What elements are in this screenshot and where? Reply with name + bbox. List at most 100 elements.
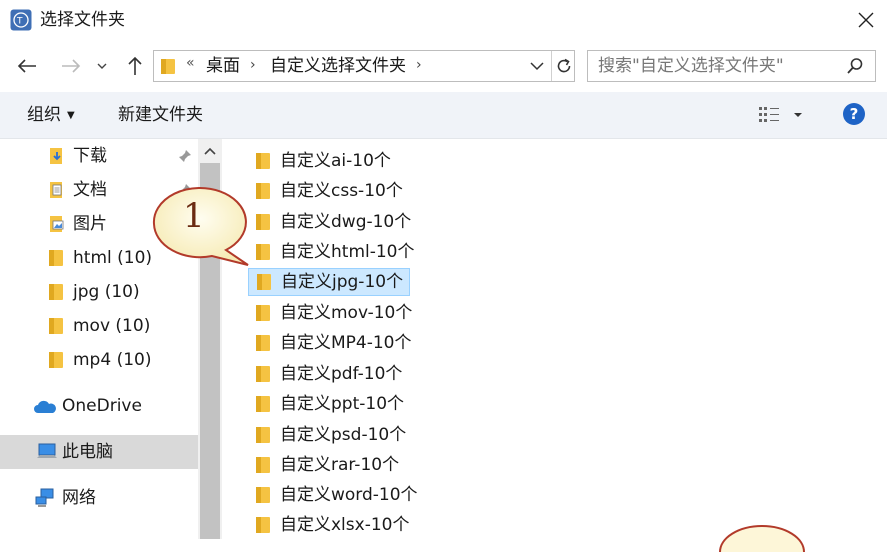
folder-icon [256,305,270,321]
sidebar-item-label: html (10) [73,248,153,268]
list-item-label: 自定义pdf-10个 [280,364,403,384]
list-item[interactable]: 自定义word-10个 [248,481,424,509]
address-overflow[interactable]: « [186,55,195,71]
list-item-label: 自定义mov-10个 [280,303,413,323]
window-title: 选择文件夹 [40,10,125,30]
sidebar-item-label: jpg (10) [73,282,140,302]
back-button[interactable] [12,52,42,80]
list-item-label: 自定义css-10个 [280,181,403,201]
list-item[interactable]: 自定义psd-10个 [248,421,412,449]
address-dropdown-button[interactable] [524,51,550,81]
list-item-label: 自定义dwg-10个 [280,212,412,232]
arrow-up-icon [128,56,142,75]
list-item[interactable]: 自定义pdf-10个 [248,360,408,388]
file-list: 自定义ai-10个 自定义css-10个 自定义dwg-10个 自定义html-… [222,139,887,539]
new-folder-button[interactable]: 新建文件夹 [118,104,203,126]
svg-text:T: T [16,17,23,27]
folder-icon [256,517,270,533]
breadcrumb-separator[interactable]: › [416,57,422,73]
organize-label: 组织 [27,105,61,125]
list-item[interactable]: 自定义ai-10个 [248,147,397,175]
folder-icon [256,335,270,351]
sidebar-item-onedrive[interactable]: OneDrive [0,389,198,423]
list-item[interactable]: 自定义css-10个 [248,177,409,205]
folder-icon [256,366,270,382]
sidebar-item-mov[interactable]: mov (10) [0,309,198,343]
recent-locations-button[interactable] [92,52,112,80]
navigation-bar: « 桌面 › 自定义选择文件夹 › 搜索"自定义选择文件夹" [0,44,887,90]
search-placeholder: 搜索"自定义选择文件夹" [598,56,784,76]
forward-button[interactable] [56,52,86,80]
folder-icon [49,250,63,266]
folder-icon [256,457,270,473]
annotation-callout-partial [719,525,805,552]
breadcrumb-custom-folder[interactable]: 自定义选择文件夹 [270,56,406,76]
list-item-selected[interactable]: 自定义jpg-10个 [248,268,411,296]
list-item[interactable]: 自定义mov-10个 [248,299,418,327]
list-item-label: 自定义word-10个 [280,485,418,505]
chevron-up-icon [204,147,216,155]
list-item[interactable]: 自定义rar-10个 [248,451,405,479]
annotation-number: 1 [183,196,205,236]
help-button[interactable]: ? [843,103,865,125]
folder-icon [256,244,270,260]
list-item-label: 自定义MP4-10个 [280,333,412,353]
sidebar-item-label: 下载 [73,146,107,166]
folder-icon [49,352,63,368]
arrow-left-icon [17,59,36,73]
breadcrumb-separator[interactable]: › [250,57,256,73]
sidebar-item-label: OneDrive [62,396,142,416]
sidebar-item-downloads[interactable]: 下载 [0,139,198,173]
command-bar: 组织 ▼ 新建文件夹 [0,92,887,139]
list-item[interactable]: 自定义html-10个 [248,238,421,266]
search-input[interactable]: 搜索"自定义选择文件夹" [587,50,876,82]
folder-icon [256,214,270,230]
list-item[interactable]: 自定义MP4-10个 [248,329,418,357]
address-bar[interactable]: « 桌面 › 自定义选择文件夹 › [153,50,575,82]
folder-icon [161,59,175,74]
folder-icon [256,427,270,443]
search-icon [847,58,863,74]
folder-icon [49,318,63,334]
caret-down-icon [794,113,802,117]
list-item-label: 自定义jpg-10个 [281,272,404,292]
pin-icon[interactable] [178,149,192,163]
onedrive-icon [34,400,56,413]
organize-button[interactable]: 组织 ▼ [27,104,75,127]
documents-folder-icon [50,182,62,198]
list-item-label: 自定义ai-10个 [280,151,391,171]
list-item-label: 自定义rar-10个 [280,455,400,475]
refresh-icon [557,58,571,73]
folder-icon [256,183,270,199]
list-item[interactable]: 自定义xlsx-10个 [248,511,415,539]
close-button[interactable] [845,0,887,40]
list-item-label: 自定义html-10个 [280,242,415,262]
folder-icon [49,284,63,300]
breadcrumb-desktop[interactable]: 桌面 [206,56,240,76]
app-icon: T [10,9,32,31]
sidebar-item-label: 文档 [73,180,107,200]
sidebar-item-this-pc[interactable]: 此电脑 [0,435,198,469]
sidebar-item-network[interactable]: 网络 [0,481,198,515]
scroll-up-button[interactable] [198,139,222,163]
sidebar-item-label: 图片 [73,214,107,234]
close-icon [858,12,874,28]
sidebar-item-label: 网络 [62,488,96,508]
chevron-down-icon [530,62,544,71]
title-bar: T 选择文件夹 [0,0,887,40]
list-item[interactable]: 自定义ppt-10个 [248,390,410,418]
up-button[interactable] [120,52,150,80]
sidebar-item-mp4[interactable]: mp4 (10) [0,343,198,377]
list-item-label: 自定义xlsx-10个 [280,515,410,535]
caret-down-icon: ▼ [67,110,75,121]
sidebar-item-label: mov (10) [73,316,151,336]
sidebar-item-jpg[interactable]: jpg (10) [0,275,198,309]
view-options-button[interactable] [757,102,805,128]
refresh-button[interactable] [551,51,576,81]
list-item[interactable]: 自定义dwg-10个 [248,208,417,236]
pictures-folder-icon [50,216,64,232]
download-folder-icon [50,148,62,164]
list-item-label: 自定义ppt-10个 [280,394,405,414]
list-item-label: 自定义psd-10个 [280,425,407,445]
folder-icon [257,274,271,290]
